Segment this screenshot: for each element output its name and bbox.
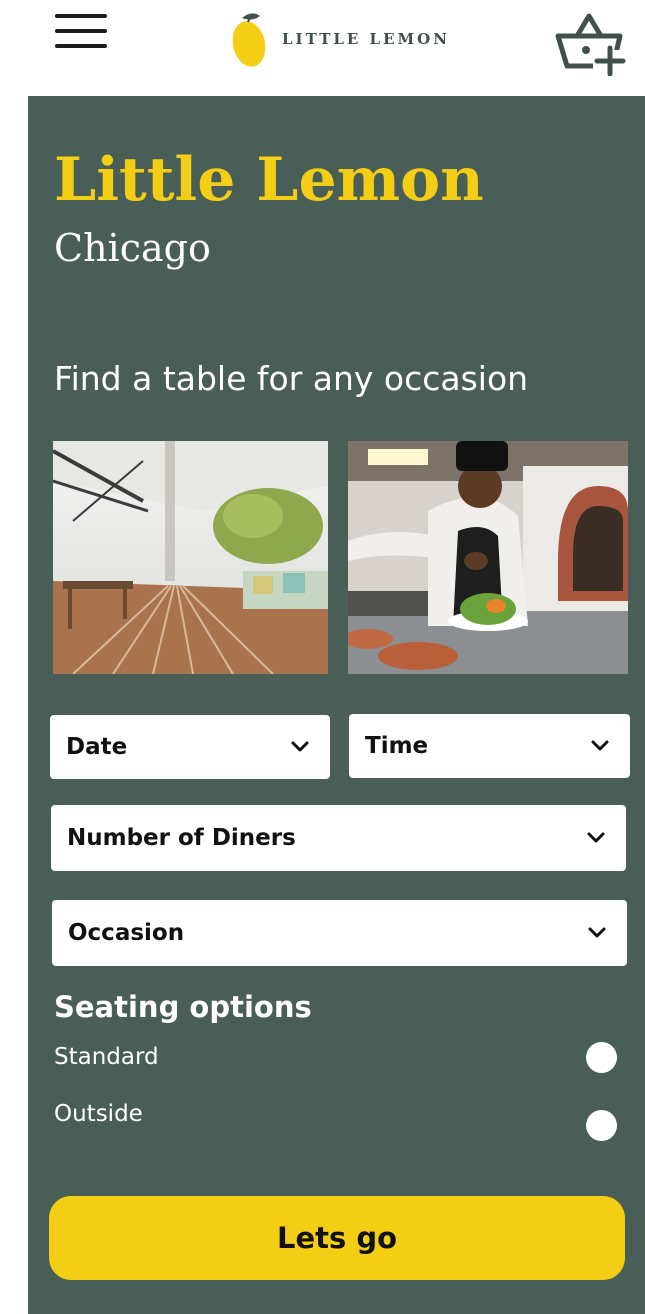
restaurant-terrace-photo (53, 441, 328, 674)
brand-logo[interactable]: LITTLE LEMON (230, 8, 450, 70)
location-subtitle: Chicago (54, 226, 211, 270)
date-select[interactable]: Date (50, 715, 330, 779)
chevron-down-icon (587, 832, 605, 843)
chevron-down-icon (591, 740, 609, 751)
seating-option-outside-radio[interactable] (586, 1110, 617, 1141)
basket-add-icon[interactable] (553, 10, 629, 77)
chevron-down-icon (291, 741, 309, 752)
reservation-panel (28, 96, 645, 1314)
occasion-select-label: Occasion (68, 920, 185, 946)
seating-options-heading: Seating options (54, 990, 312, 1024)
lemon-icon (232, 13, 266, 67)
time-select-label: Time (365, 733, 429, 759)
number-of-diners-select[interactable]: Number of Diners (51, 805, 626, 871)
date-select-label: Date (66, 734, 128, 760)
seating-option-outside-label: Outside (54, 1101, 143, 1127)
page-title: Little Lemon (54, 145, 484, 215)
top-navigation-bar: LITTLE LEMON (0, 0, 645, 96)
chevron-down-icon (588, 927, 606, 938)
seating-option-standard-label: Standard (54, 1044, 159, 1070)
diners-select-label: Number of Diners (67, 825, 296, 851)
seating-option-standard-radio[interactable] (586, 1042, 617, 1073)
logo-text: LITTLE LEMON (282, 30, 450, 48)
chef-plating-photo (348, 441, 628, 674)
hamburger-menu-icon[interactable] (55, 10, 109, 50)
tagline: Find a table for any occasion (54, 359, 529, 398)
lets-go-button[interactable]: Lets go (49, 1196, 625, 1280)
occasion-select[interactable]: Occasion (52, 900, 627, 966)
time-select[interactable]: Time (349, 714, 630, 778)
